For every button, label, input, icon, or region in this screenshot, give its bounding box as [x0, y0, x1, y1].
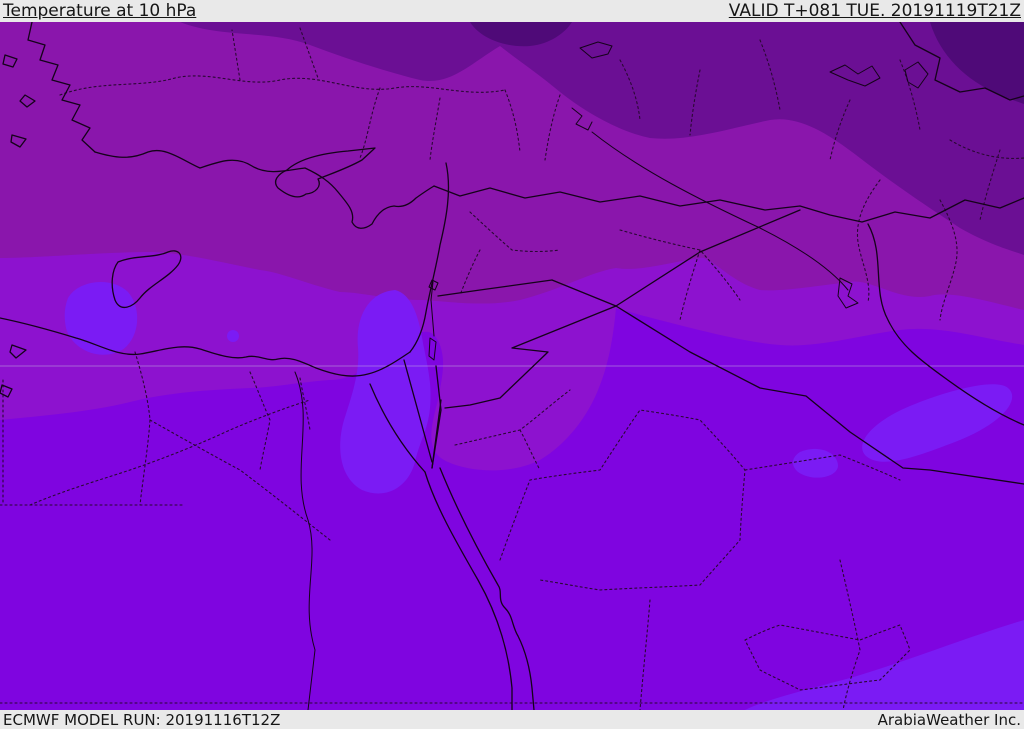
weather-map-screen: Temperature at 10 hPa VALID T+081 TUE. 2… — [0, 0, 1024, 729]
valid-time-label: VALID T+081 TUE. 20191119T21Z — [728, 1, 1021, 21]
cold-patch-dot — [227, 330, 239, 342]
footer-bar: ECMWF MODEL RUN: 20191116T12Z ArabiaWeat… — [0, 710, 1024, 729]
header-bar: Temperature at 10 hPa VALID T+081 TUE. 2… — [0, 0, 1024, 22]
map-title: Temperature at 10 hPa — [3, 1, 197, 21]
weather-map — [0, 22, 1024, 710]
credit-label: ArabiaWeather Inc. — [877, 711, 1021, 729]
model-run-label: ECMWF MODEL RUN: 20191116T12Z — [3, 711, 281, 729]
